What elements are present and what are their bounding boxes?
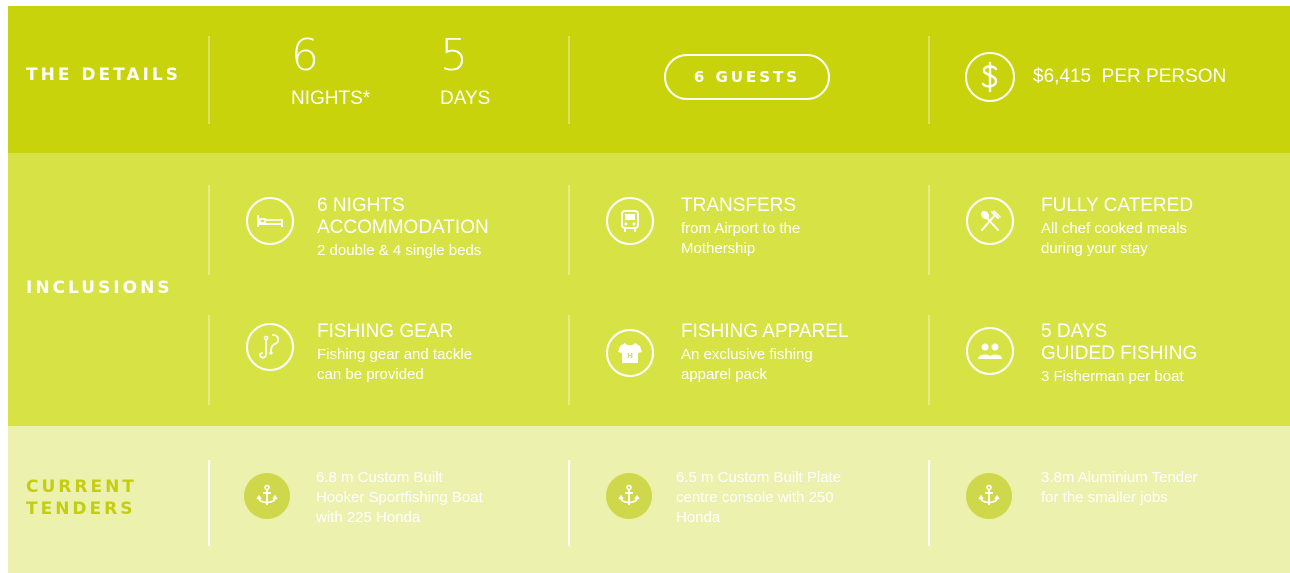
- tender-text: 6.5 m Custom Built Plate: [676, 469, 842, 486]
- cutlery-icon-glyph: [980, 210, 1001, 231]
- tenders-row: CURRENT TENDERS 6.8 m Custom Built Hooke…: [8, 426, 1290, 573]
- details-label: THE DETAILS: [26, 65, 181, 85]
- bus-icon-glyph: [621, 210, 639, 232]
- tender-item: 3.8m Aluminium Tender for the smaller jo…: [1041, 468, 1197, 508]
- tender-item: 6.8 m Custom Built Hooker Sportfishing B…: [316, 468, 483, 528]
- inclusion-subtitle: Fishing gear and tackle: [317, 346, 473, 363]
- inclusion-subtitle: Mothership: [681, 240, 756, 257]
- divider: [928, 460, 930, 546]
- tshirt-icon-glyph: H: [618, 343, 642, 363]
- bus-icon: [606, 197, 654, 245]
- inclusion-subtitle: 3 Fisherman per boat: [1041, 368, 1184, 385]
- divider: [208, 36, 210, 124]
- anchor-icon-glyph: [978, 484, 1000, 505]
- inclusion-subtitle: during your stay: [1041, 240, 1148, 257]
- tender-text: with 225 Honda: [316, 509, 421, 526]
- people-icon-glyph: [978, 343, 1002, 359]
- divider: [928, 315, 930, 405]
- divider: [568, 36, 570, 124]
- inclusion-subtitle: All chef cooked meals: [1041, 220, 1187, 237]
- price-text: $6,415 PER PERSON: [1033, 66, 1227, 87]
- details-row: THE DETAILS 6 NIGHTS* 5 DAYS 6 GUESTS $6…: [8, 6, 1290, 153]
- tender-text: centre console with 250: [676, 489, 834, 506]
- inclusion-guided-fishing: 5 DAYS GUIDED FISHING 3 Fisherman per bo…: [1041, 321, 1197, 387]
- anchor-icon-glyph: [618, 484, 640, 505]
- inclusion-title: ACCOMMODATION: [317, 217, 489, 238]
- days-stat: 5 DAYS: [440, 34, 490, 110]
- divider: [928, 185, 930, 275]
- nights-label: NIGHTS*: [291, 88, 371, 109]
- divider: [568, 315, 570, 405]
- bed-icon-glyph: [257, 215, 283, 227]
- tenders-label-line: TENDERS: [26, 499, 136, 519]
- tender-item: 6.5 m Custom Built Plate centre console …: [676, 468, 841, 528]
- anchor-icon: [244, 473, 290, 519]
- inclusion-catered: FULLY CATERED All chef cooked meals duri…: [1041, 195, 1193, 259]
- inclusion-title: 5 DAYS: [1041, 321, 1108, 342]
- divider: [568, 185, 570, 275]
- inclusion-title: FULLY CATERED: [1041, 195, 1194, 216]
- inclusions-label: INCLUSIONS: [26, 278, 173, 298]
- fishing-hook-icon-glyph: [259, 334, 280, 359]
- inclusions-row: INCLUSIONS 6 NIGHTS ACCOMMODATION 2 doub…: [8, 153, 1290, 426]
- cutlery-icon: [966, 197, 1014, 245]
- dollar-icon-glyph: [981, 61, 998, 93]
- nights-number: 6: [291, 30, 319, 81]
- tender-text: for the smaller jobs: [1041, 489, 1168, 506]
- tenders-label: CURRENT TENDERS: [26, 476, 137, 520]
- inclusion-subtitle: 2 double & 4 single beds: [317, 242, 482, 259]
- inclusion-apparel: FISHING APPAREL An exclusive fishing app…: [681, 321, 849, 385]
- dollar-icon: [965, 52, 1015, 102]
- inclusion-subtitle: An exclusive fishing: [681, 346, 813, 363]
- guests-badge: 6 GUESTS: [664, 54, 830, 100]
- inclusion-transfers: TRANSFERS from Airport to the Mothership: [681, 195, 800, 259]
- divider: [208, 460, 210, 546]
- inclusion-subtitle: can be provided: [317, 366, 424, 383]
- inclusion-title: TRANSFERS: [681, 195, 797, 216]
- inclusion-subtitle: apparel pack: [681, 366, 767, 383]
- bed-icon: [246, 197, 294, 245]
- inclusion-title: FISHING GEAR: [317, 321, 454, 342]
- nights-stat: 6 NIGHTS*: [291, 34, 370, 110]
- inclusion-fishing-gear: FISHING GEAR Fishing gear and tackle can…: [317, 321, 472, 385]
- tender-text: Honda: [676, 509, 721, 526]
- anchor-icon-glyph: [256, 484, 278, 505]
- divider: [928, 36, 930, 124]
- svg-text:H: H: [627, 352, 633, 360]
- anchor-icon: [606, 473, 652, 519]
- inclusion-title: FISHING APPAREL: [681, 321, 849, 342]
- inclusion-title: 6 NIGHTS: [317, 195, 405, 216]
- days-number: 5: [440, 30, 468, 81]
- tender-text: 6.8 m Custom Built: [316, 469, 443, 486]
- tender-text: Hooker Sportfishing Boat: [316, 489, 483, 506]
- tender-text: 3.8m Aluminium Tender: [1041, 469, 1198, 486]
- inclusion-subtitle: from Airport to the: [681, 220, 801, 237]
- divider: [568, 460, 570, 546]
- days-label: DAYS: [440, 88, 491, 109]
- inclusion-accommodation: 6 NIGHTS ACCOMMODATION 2 double & 4 sing…: [317, 195, 489, 261]
- divider: [208, 185, 210, 275]
- inclusion-title: GUIDED FISHING: [1041, 343, 1198, 364]
- anchor-icon: [966, 473, 1012, 519]
- divider: [208, 315, 210, 405]
- tenders-label-line: CURRENT: [26, 477, 137, 497]
- people-icon: [966, 327, 1014, 375]
- tshirt-icon: H: [606, 329, 654, 377]
- fishing-hook-icon: [246, 323, 294, 371]
